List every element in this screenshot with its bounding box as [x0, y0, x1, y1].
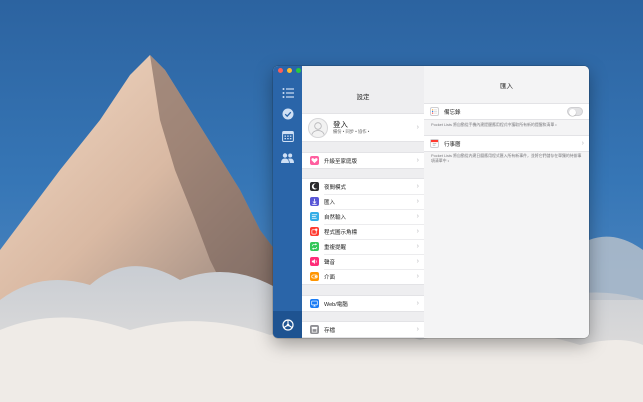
upgrade-row[interactable]: 升級至家庭版 ›: [302, 153, 424, 168]
app-window: 設定 登入 備份 • 同步 • 協作 • › 升級至家庭版 › 夜間模式 › 匯…: [273, 66, 589, 338]
import-title: 匯入: [500, 83, 513, 90]
calendar-icon[interactable]: [280, 128, 295, 143]
speaker-icon: [310, 257, 319, 266]
interface-icon: [310, 272, 319, 281]
settings-item-label: 匯入: [324, 199, 336, 206]
chevron-right-icon: ›: [416, 198, 419, 205]
toggle-knob: [568, 108, 576, 116]
settings-item-badge[interactable]: 程式圖示角標 ›: [302, 224, 424, 239]
sidebar: [273, 66, 302, 338]
settings-item-night-mode[interactable]: 夜間模式 ›: [302, 179, 424, 194]
calendar-label: 行事曆: [444, 141, 461, 148]
upgrade-label: 升級至家庭版: [324, 158, 358, 165]
calendar-description: Pocket Lists 將自動從內建日曆應用程式匯入所有新事件，並將它們儲存在…: [431, 153, 582, 164]
archive-group: 存檔 ›: [302, 321, 424, 338]
archive-row[interactable]: 存檔 ›: [302, 322, 424, 337]
calendar-card: 行事曆 ›: [424, 135, 589, 152]
settings-item-label: 自然輸入: [324, 214, 347, 221]
chevron-right-icon: ›: [416, 124, 419, 131]
calendar-app-icon: [430, 139, 439, 148]
chevron-right-icon: ›: [416, 258, 419, 265]
sign-in-row[interactable]: 登入 備份 • 同步 • 協作 • ›: [302, 113, 424, 142]
settings-item-label: 程式圖示角標: [324, 229, 358, 236]
moon-icon: [310, 182, 319, 191]
reminders-label: 備忘錄: [444, 109, 461, 116]
calendar-row[interactable]: 行事曆 ›: [424, 136, 589, 151]
settings-item-label: 聲音: [324, 259, 336, 266]
settings-item-sound[interactable]: 聲音 ›: [302, 254, 424, 269]
settings-item-label: 夜間模式: [324, 184, 347, 191]
chevron-right-icon: ›: [581, 140, 584, 147]
import-pane: 匯入 備忘錄 Pocket Lists 將自動從手機內建提醒應用程式中獲取所有新…: [424, 66, 589, 338]
web-desktop-row[interactable]: Web/電腦 ›: [302, 296, 424, 311]
heart-icon: [310, 156, 319, 165]
settings-item-repeat-reminder[interactable]: 重複提醒 ›: [302, 239, 424, 254]
web-desktop-label: Web/電腦: [324, 301, 348, 308]
settings-item-label: 介面: [324, 274, 336, 281]
sign-in-subtitle: 備份 • 同步 • 協作 •: [333, 129, 370, 134]
chevron-right-icon: ›: [416, 228, 419, 235]
settings-icon: [280, 317, 295, 332]
web-group: Web/電腦 ›: [302, 295, 424, 312]
settings-group: 夜間模式 › 匯入 › 自然輸入 › 程式圖示角標 › 重複提醒 › 聲音 › …: [302, 178, 424, 285]
chevron-right-icon: ›: [416, 157, 419, 164]
reminders-icon: [430, 107, 439, 116]
list-icon[interactable]: [280, 85, 295, 100]
repeat-icon: [310, 242, 319, 251]
badge-icon: [310, 227, 319, 236]
reminders-card: 備忘錄: [424, 103, 589, 120]
checkmark-icon[interactable]: [280, 106, 295, 121]
chevron-right-icon: ›: [416, 213, 419, 220]
archive-label: 存檔: [324, 327, 336, 334]
chevron-right-icon: ›: [416, 326, 419, 333]
chevron-right-icon: ›: [416, 183, 419, 190]
settings-pane: 設定 登入 備份 • 同步 • 協作 • › 升級至家庭版 › 夜間模式 › 匯…: [302, 66, 425, 338]
upgrade-group: 升級至家庭版 ›: [302, 152, 424, 169]
chevron-right-icon: ›: [416, 300, 419, 307]
settings-item-label: 重複提醒: [324, 244, 347, 251]
avatar-icon: [308, 118, 328, 138]
monitor-icon: [310, 299, 319, 308]
zoom-button[interactable]: [296, 68, 301, 73]
close-button[interactable]: [278, 68, 283, 73]
window-controls: [278, 68, 301, 73]
reminders-description: Pocket Lists 將自動從手機內建提醒應用程式中獲取所有新的提醒和清單 …: [431, 122, 557, 127]
import-icon: [310, 197, 319, 206]
reminders-row: 備忘錄: [424, 104, 589, 119]
settings-item-interface[interactable]: 介面 ›: [302, 269, 424, 284]
reminders-toggle[interactable]: [567, 107, 583, 116]
archive-icon: [310, 325, 319, 334]
text-input-icon: [310, 212, 319, 221]
minimize-button[interactable]: [287, 68, 292, 73]
settings-item-natural-input[interactable]: 自然輸入 ›: [302, 209, 424, 224]
chevron-right-icon: ›: [416, 243, 419, 250]
settings-title: 設定: [356, 94, 370, 101]
people-icon[interactable]: [280, 150, 295, 165]
settings-item-import[interactable]: 匯入 ›: [302, 194, 424, 209]
chevron-right-icon: ›: [416, 273, 419, 280]
settings-tab[interactable]: [273, 311, 302, 338]
